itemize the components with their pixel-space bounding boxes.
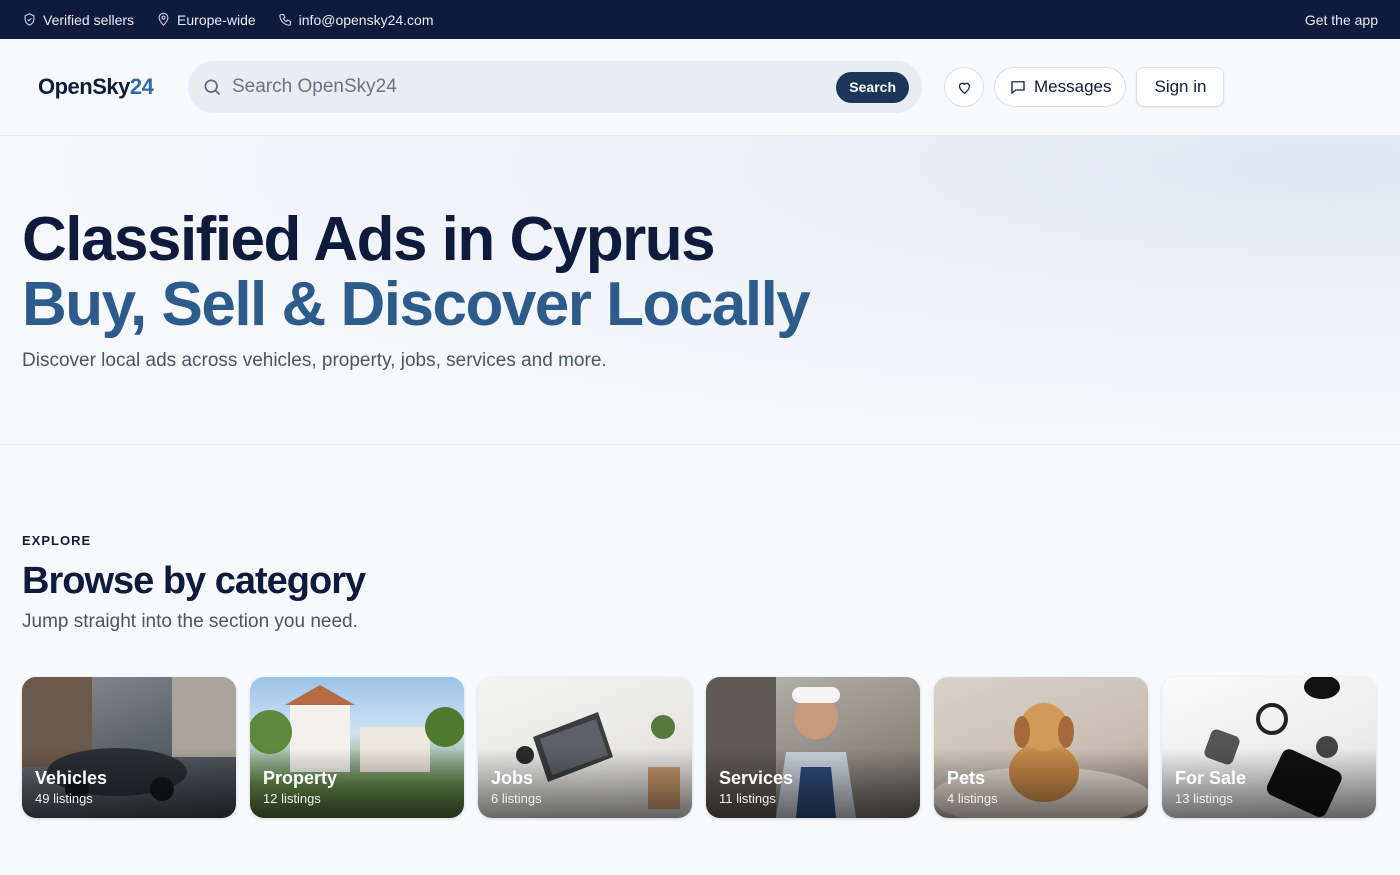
- category-title: Property: [263, 768, 338, 788]
- top-info-bar: Verified sellers Europe-wide info@opensk…: [0, 0, 1400, 39]
- message-square-icon: [1011, 81, 1025, 95]
- site-logo[interactable]: OpenSky 24: [38, 74, 188, 100]
- category-title: Pets: [947, 768, 986, 788]
- category-count: 6 listings: [491, 791, 542, 806]
- hero-section: Classified Ads in Cyprus Buy, Sell & Dis…: [0, 136, 1400, 445]
- section-title: Browse by category: [22, 560, 366, 602]
- map-pin-icon: [158, 12, 169, 26]
- hero-title: Classified Ads in Cyprus: [22, 205, 716, 274]
- logo-text: OpenSky: [38, 74, 130, 99]
- category-count: 12 listings: [263, 791, 321, 806]
- contact-email[interactable]: info@opensky24.com: [278, 12, 434, 28]
- category-card-property[interactable]: Property 12 listings: [250, 677, 464, 818]
- category-card-services[interactable]: Services 11 listings: [706, 677, 920, 818]
- main-header: OpenSky24 Search Messages Sign in: [0, 39, 1400, 136]
- sign-in-button[interactable]: Sign in: [1136, 67, 1225, 107]
- shield-check-icon: [24, 13, 35, 26]
- heart-icon: [958, 82, 970, 94]
- messages-button[interactable]: Messages: [994, 67, 1127, 107]
- categories-section: EXPLORE Browse by category Jump straight…: [0, 445, 1400, 818]
- section-eyebrow: EXPLORE: [22, 533, 92, 548]
- verified-sellers-label: Verified sellers: [43, 11, 135, 28]
- hero-subtitle: Buy, Sell & Discover Locally: [22, 270, 811, 339]
- search-icon: [204, 79, 221, 96]
- region-label: Europe-wide: [177, 11, 256, 28]
- category-title: For Sale: [1175, 768, 1247, 788]
- region-note: Europe-wide: [156, 12, 256, 28]
- category-count: 13 listings: [1175, 791, 1233, 806]
- category-count: 49 listings: [35, 791, 93, 806]
- search-bar: Search: [188, 61, 922, 113]
- category-title: Services: [719, 768, 794, 788]
- category-card-for-sale[interactable]: For Sale 13 listings: [1162, 677, 1376, 818]
- logo-number: 24: [129, 74, 154, 99]
- category-card-pets[interactable]: Pets 4 listings: [934, 677, 1148, 818]
- search-input[interactable]: [222, 76, 837, 98]
- phone-icon: [278, 13, 291, 26]
- category-count: 4 listings: [947, 791, 998, 806]
- contact-email-label: info@opensky24.com: [298, 11, 434, 28]
- category-card-vehicles[interactable]: Vehicles 49 listings: [22, 677, 236, 818]
- get-app-link[interactable]: Get the app: [1305, 12, 1378, 28]
- messages-label: Messages: [1034, 77, 1112, 96]
- category-count: 11 listings: [719, 791, 776, 806]
- category-title: Jobs: [491, 768, 534, 788]
- verified-sellers-note: Verified sellers: [22, 12, 134, 28]
- search-button[interactable]: Search: [836, 71, 909, 103]
- category-title: Vehicles: [35, 768, 108, 788]
- category-card-jobs[interactable]: Jobs 6 listings: [478, 677, 692, 818]
- section-subtitle: Jump straight into the section you need.: [22, 611, 358, 632]
- hero-description: Discover local ads across vehicles, prop…: [22, 350, 607, 371]
- favorites-button[interactable]: [944, 67, 984, 107]
